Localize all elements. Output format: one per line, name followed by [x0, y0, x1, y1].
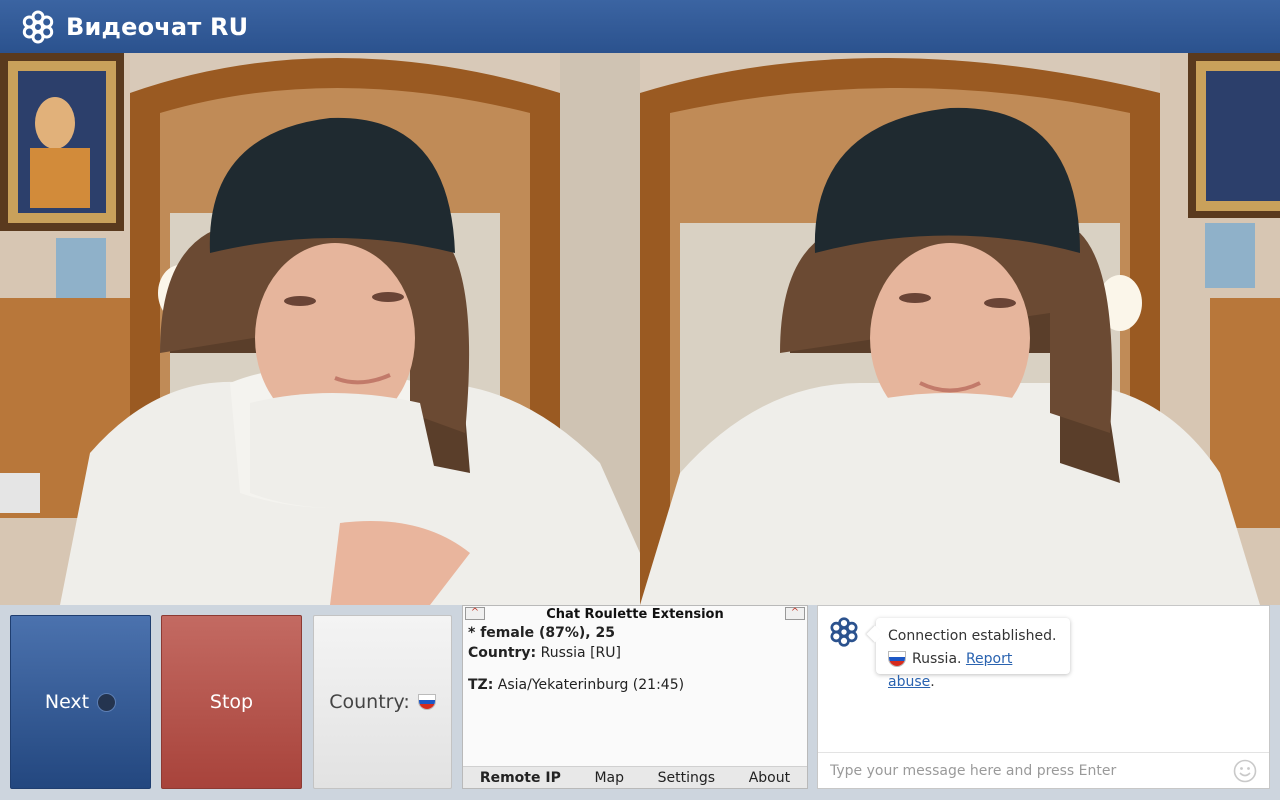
local-video-feed: [640, 53, 1280, 605]
gender-age-line: * female (87%), 25: [468, 625, 615, 641]
partner-country-line: Russia. Report abuse.: [888, 651, 1013, 690]
extension-panel: ^ Chat Roulette Extension ^ * female (87…: [462, 605, 808, 789]
control-bar: Next Stop Country: ^ Chat Roulette Exten…: [0, 605, 1280, 800]
tab-map[interactable]: Map: [594, 770, 624, 786]
status-dot-icon: [97, 692, 117, 712]
timezone-line: TZ: Asia/Yekaterinburg (21:45): [468, 677, 685, 693]
collapse-right-icon[interactable]: ^: [785, 607, 805, 620]
app-header: Видеочат RU: [0, 0, 1280, 53]
collapse-left-icon[interactable]: ^: [465, 607, 485, 620]
stop-button[interactable]: Stop: [161, 615, 302, 789]
russia-flag-icon: [888, 651, 906, 667]
country-label: Country:: [329, 691, 410, 713]
chat-input-area: [818, 752, 1269, 788]
system-message-bubble: Connection established. Russia. Report a…: [876, 618, 1070, 690]
flower-avatar-icon: [830, 617, 858, 647]
connection-status: Connection established.: [888, 628, 1057, 644]
tab-remote-ip[interactable]: Remote IP: [480, 770, 561, 786]
extension-tabs: Remote IP Map Settings About: [463, 766, 807, 788]
chat-message-input[interactable]: [818, 753, 1269, 788]
flower-logo-icon: [22, 10, 54, 43]
russia-flag-icon: [417, 694, 436, 710]
app-title: Видеочат RU: [66, 12, 249, 41]
chat-panel: Connection established. Russia. Report a…: [817, 605, 1270, 789]
next-button[interactable]: Next: [10, 615, 151, 789]
country-line: Country: Russia [RU]: [468, 645, 621, 661]
remote-video-feed: [0, 53, 640, 605]
next-button-label: Next: [44, 691, 90, 713]
extension-title: Chat Roulette Extension: [546, 607, 724, 622]
tab-settings[interactable]: Settings: [658, 770, 715, 786]
partner-country: Russia: [912, 651, 958, 667]
country-select-button[interactable]: Country:: [313, 615, 452, 789]
stop-button-label: Stop: [209, 691, 254, 713]
tab-about[interactable]: About: [749, 770, 790, 786]
emoji-smiley-icon[interactable]: [1233, 759, 1257, 783]
